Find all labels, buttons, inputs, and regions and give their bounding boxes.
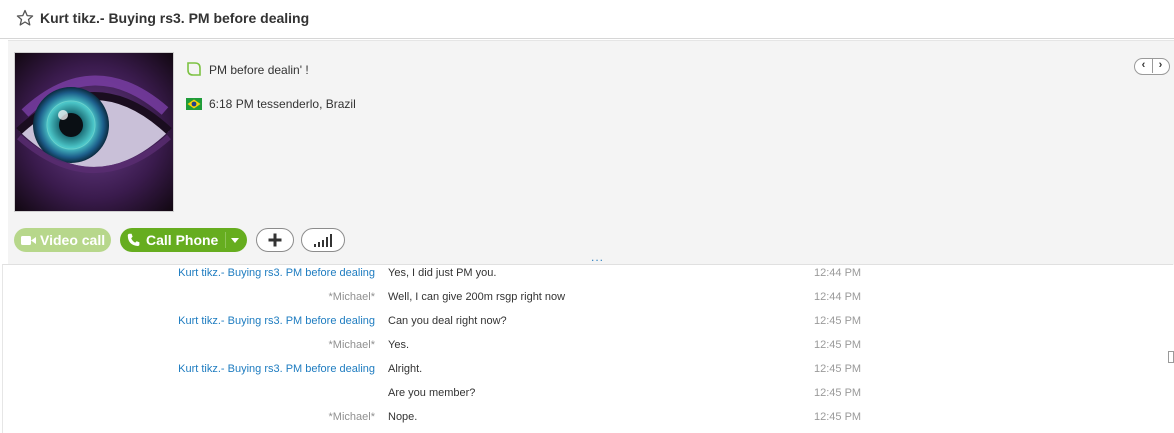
conversation-title: Kurt tikz.- Buying rs3. PM before dealin… bbox=[40, 10, 310, 26]
video-call-button[interactable]: Video call bbox=[14, 228, 111, 252]
phone-icon bbox=[127, 233, 140, 246]
chevron-down-icon[interactable] bbox=[231, 238, 239, 243]
message-time: 12:45 PM bbox=[814, 387, 862, 399]
brazil-flag-icon bbox=[186, 98, 202, 110]
message-time: 12:45 PM bbox=[814, 363, 862, 375]
video-call-label: Video call bbox=[40, 232, 106, 248]
avatar[interactable] bbox=[14, 52, 174, 212]
plus-icon bbox=[268, 233, 282, 247]
next-button[interactable]: › bbox=[1152, 58, 1169, 73]
mood-message: PM before dealin' ! bbox=[209, 63, 309, 77]
contact-profile-panel: PM before dealin' ! 6:18 PM tessenderlo,… bbox=[8, 40, 1174, 265]
sender-name[interactable]: Kurt tikz.- Buying rs3. PM before dealin… bbox=[178, 315, 375, 327]
sender-name: *Michael* bbox=[328, 339, 375, 351]
sender-name[interactable]: Kurt tikz.- Buying rs3. PM before dealin… bbox=[178, 267, 375, 279]
local-time-location: 6:18 PM tessenderlo, Brazil bbox=[209, 97, 356, 111]
message-row: *Michael* Well, I can give 200m rsgp rig… bbox=[3, 289, 1173, 313]
signal-bars-icon bbox=[314, 234, 332, 247]
message-row: Kurt tikz.- Buying rs3. PM before dealin… bbox=[3, 313, 1173, 337]
sender-name: *Michael* bbox=[328, 411, 375, 423]
message-time: 12:45 PM bbox=[814, 411, 862, 423]
call-phone-button[interactable]: Call Phone bbox=[120, 228, 247, 252]
sender-name[interactable]: Kurt tikz.- Buying rs3. PM before dealin… bbox=[178, 363, 375, 375]
message-text: Can you deal right now? bbox=[388, 315, 507, 327]
message-text: Nope. bbox=[388, 411, 418, 423]
message-row: Kurt tikz.- Buying rs3. PM before dealin… bbox=[3, 361, 1173, 385]
sender-name: *Michael* bbox=[328, 291, 375, 303]
star-icon[interactable] bbox=[16, 9, 34, 27]
message-time: 12:45 PM bbox=[814, 339, 862, 351]
chat-history: Kurt tikz.- Buying rs3. PM before dealin… bbox=[2, 264, 1173, 433]
message-text: Yes. bbox=[388, 339, 410, 351]
call-phone-label: Call Phone bbox=[146, 232, 219, 248]
message-time: 12:44 PM bbox=[814, 267, 862, 279]
profile-pager: ‹ › bbox=[1134, 58, 1170, 75]
message-row: *Michael* Nope. 12:45 PM bbox=[3, 409, 1173, 433]
message-row: *Michael* Yes. 12:45 PM bbox=[3, 337, 1173, 361]
call-quality-button[interactable] bbox=[301, 228, 345, 252]
message-text: Well, I can give 200m rsgp right now bbox=[388, 291, 566, 303]
conversation-header: Kurt tikz.- Buying rs3. PM before dealin… bbox=[0, 0, 1174, 39]
message-time: 12:44 PM bbox=[814, 291, 862, 303]
scrollbar[interactable] bbox=[1168, 351, 1174, 363]
mood-bubble-icon bbox=[187, 62, 201, 76]
message-text: Alright. bbox=[388, 363, 423, 375]
message-text: Yes, I did just PM you. bbox=[388, 267, 497, 279]
button-divider bbox=[225, 232, 226, 248]
message-time: 12:45 PM bbox=[814, 315, 862, 327]
message-row: Are you member? 12:45 PM bbox=[3, 385, 1173, 409]
add-button[interactable] bbox=[256, 228, 294, 252]
message-text: Are you member? bbox=[388, 387, 476, 399]
video-camera-icon bbox=[21, 236, 36, 245]
expand-handle[interactable]: ... bbox=[591, 250, 604, 264]
previous-button[interactable]: ‹ bbox=[1135, 58, 1153, 73]
message-row: Kurt tikz.- Buying rs3. PM before dealin… bbox=[3, 265, 1173, 289]
